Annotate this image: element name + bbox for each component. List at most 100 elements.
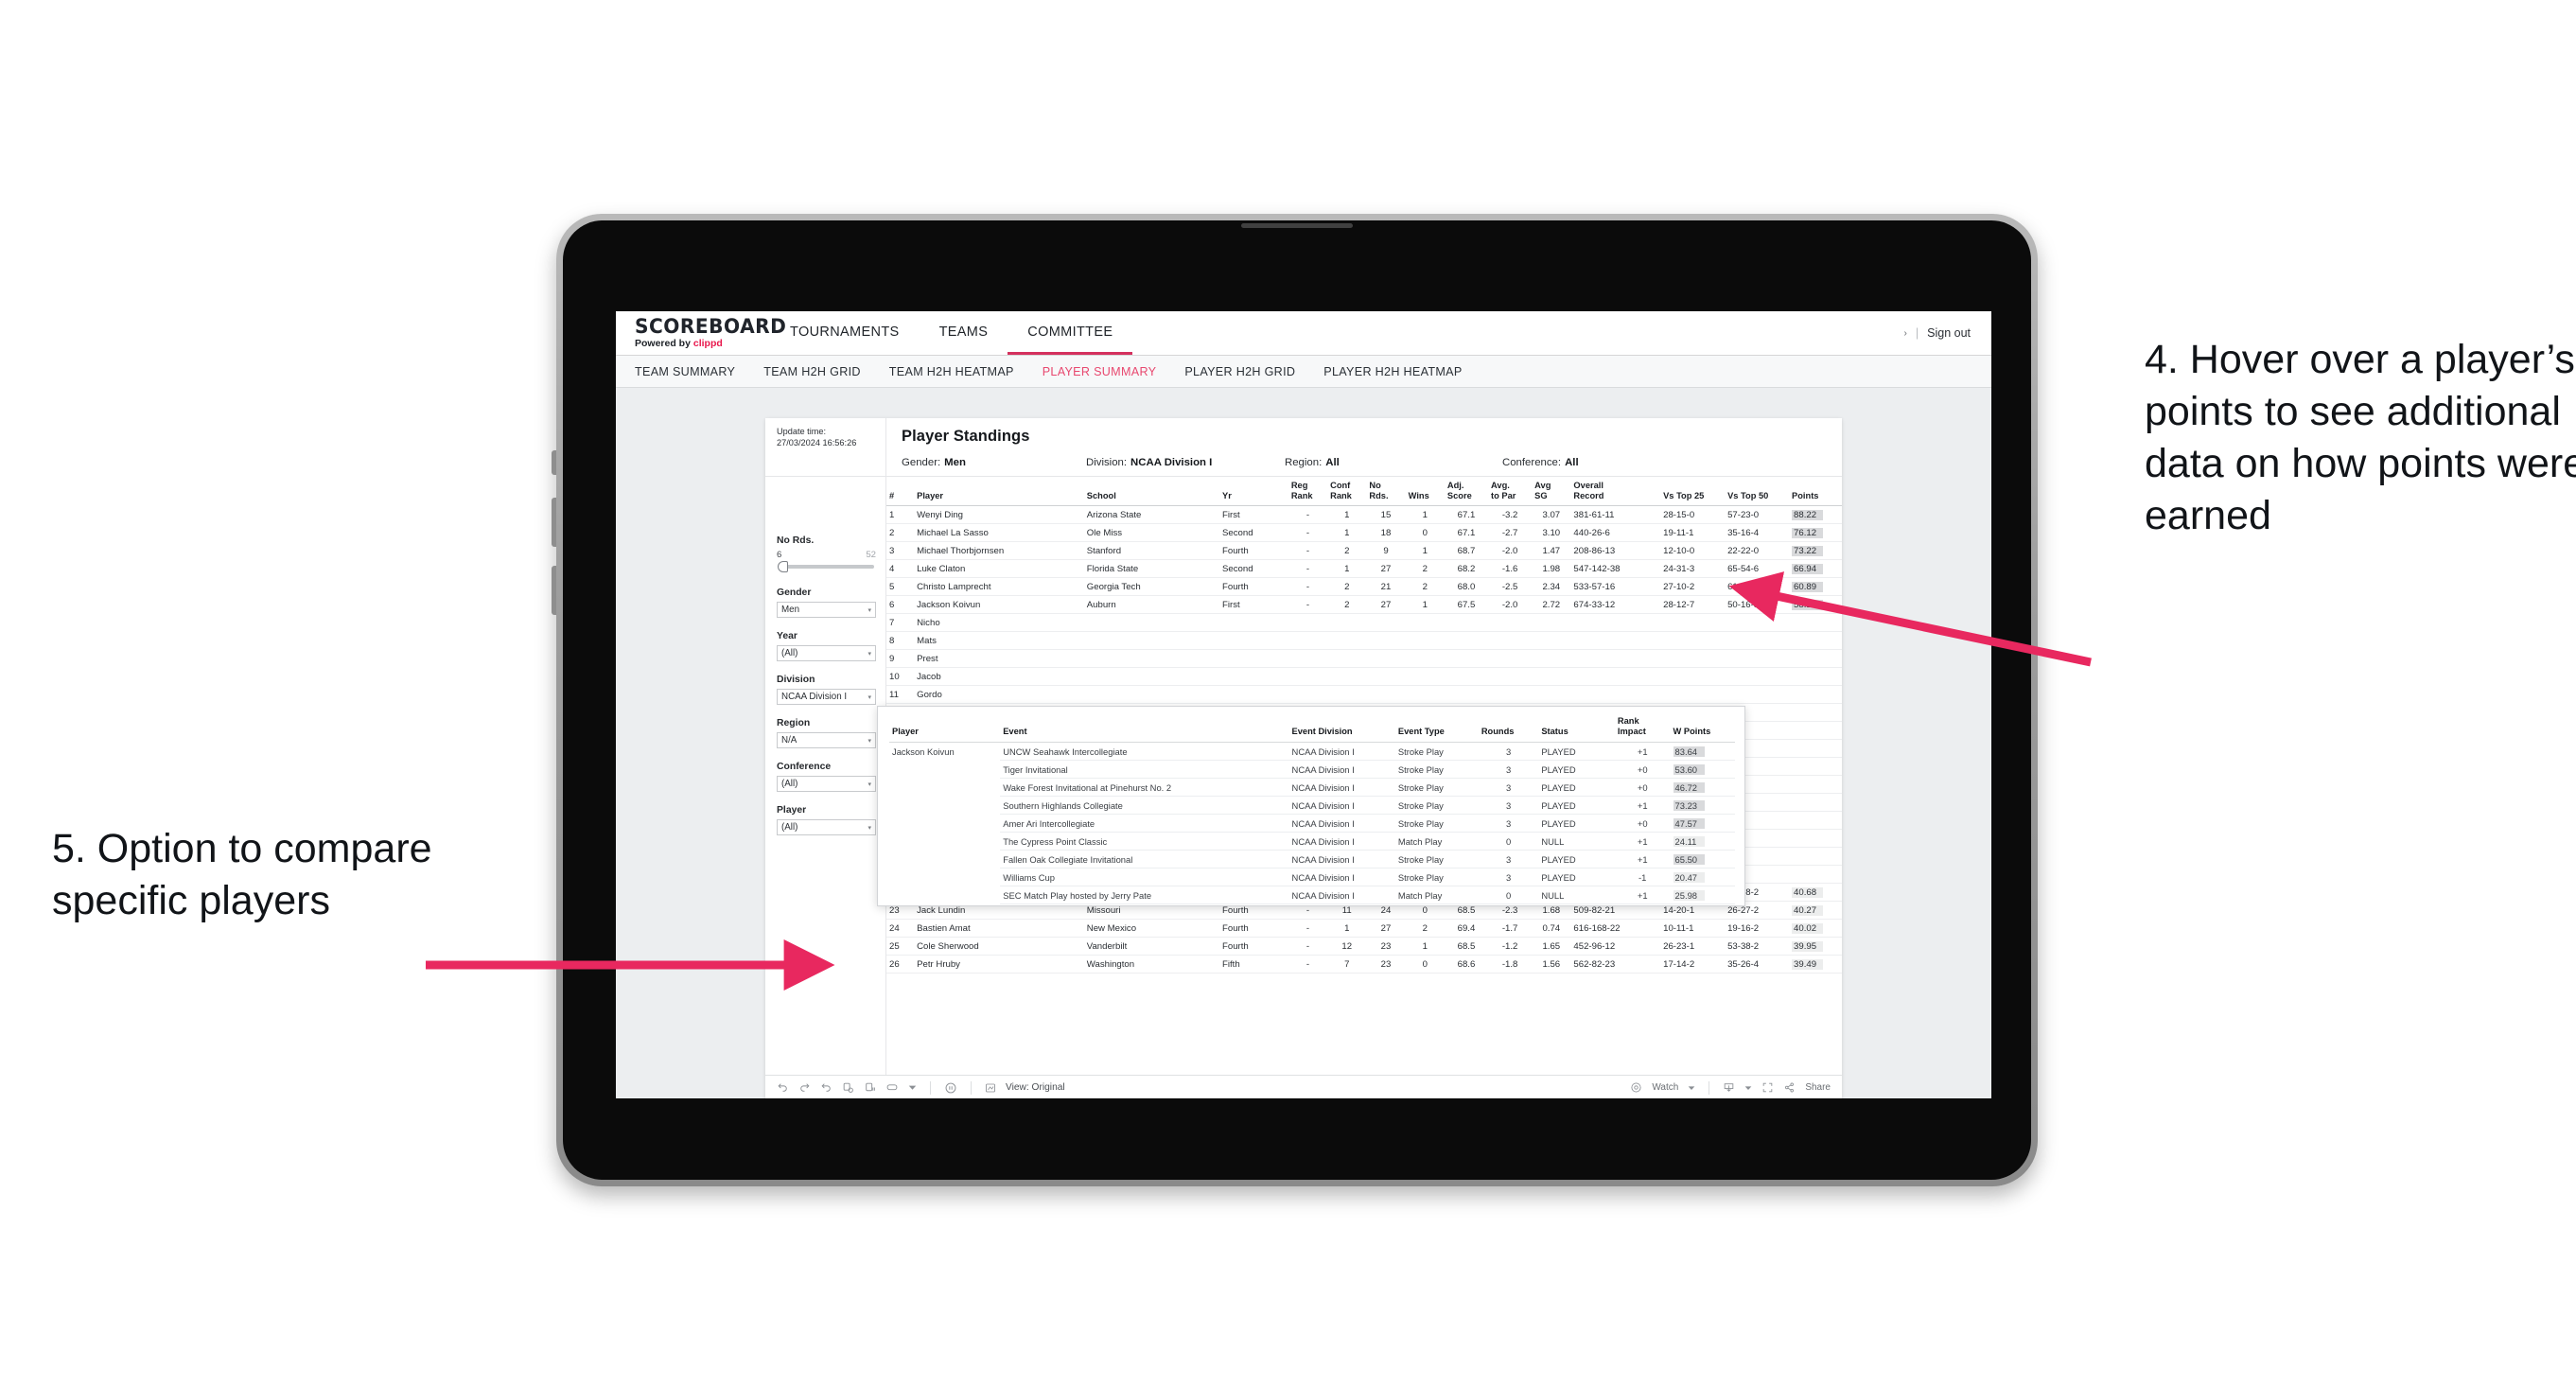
rounds-slider-track[interactable] [778, 561, 874, 572]
col-avg-sg[interactable]: Avg SG [1532, 477, 1571, 506]
col-vs-top25[interactable]: Vs Top 25 [1660, 477, 1726, 506]
col-rank[interactable]: # [886, 477, 915, 506]
cell-points[interactable] [1789, 793, 1842, 812]
tab-player-summary[interactable]: PLAYER SUMMARY [1043, 365, 1157, 378]
chevron-right-icon[interactable]: › [1904, 328, 1907, 339]
col-player[interactable]: Player [914, 477, 1084, 506]
undo-icon[interactable] [777, 1081, 789, 1094]
col-school[interactable]: School [1083, 477, 1220, 506]
chevron-down-icon[interactable] [1688, 1084, 1695, 1092]
tooltip-cell-event: SEC Stroke Play hosted by Jerry Pate [1000, 904, 1289, 905]
rounds-slider-filter[interactable]: No Rds. 6 52 [777, 535, 876, 572]
rounds-slider-handle[interactable] [778, 561, 788, 572]
filter-gender-select[interactable]: Men ▾ [777, 602, 876, 618]
pause-auto-update-icon[interactable] [944, 1081, 957, 1095]
nav-committee[interactable]: COMMITTEE [1008, 311, 1133, 355]
brand-logo[interactable]: SCOREBOARD Powered by clippd [616, 311, 786, 355]
col-conf-rank[interactable]: Conf Rank [1327, 477, 1367, 506]
col-wins[interactable]: Wins [1405, 477, 1445, 506]
chevron-down-icon[interactable] [1744, 1084, 1752, 1092]
cell-points[interactable] [1789, 811, 1842, 830]
view-original-label[interactable]: View: Original [1006, 1082, 1065, 1093]
chevron-down-icon[interactable] [908, 1083, 917, 1092]
table-row[interactable]: 3 Michael Thorbjornsen Stanford Fourth -2 9 1 6… [886, 541, 1842, 560]
col-yr[interactable]: Yr [1219, 477, 1288, 506]
tab-team-h2h-grid[interactable]: TEAM H2H GRID [763, 365, 861, 378]
col-reg-rank[interactable]: Reg Rank [1288, 477, 1328, 506]
nav-tournaments[interactable]: TOURNAMENTS [770, 311, 920, 355]
points-chip[interactable]: 40.27 [1792, 904, 1824, 916]
cell-points[interactable] [1789, 847, 1842, 866]
tab-team-summary[interactable]: TEAM SUMMARY [635, 365, 735, 378]
points-chip[interactable]: 40.68 [1792, 886, 1824, 898]
w-points-chip: 73.23 [1673, 799, 1705, 811]
cell-points[interactable]: 40.68 [1789, 883, 1842, 902]
filter-year-select[interactable]: (All) ▾ [777, 645, 876, 661]
fullscreen-icon[interactable] [1761, 1081, 1774, 1094]
table-row[interactable]: 24 Bastien Amat New Mexico Fourth -1 27 2 69.4-… [886, 919, 1842, 938]
cell-points[interactable]: 73.22 [1789, 541, 1842, 560]
watch-icon[interactable] [1630, 1081, 1642, 1094]
table-row[interactable]: 6 Jackson Koivun Auburn First -2 27 1 67.5 -2.0 2… [886, 595, 1842, 614]
tab-player-h2h-grid[interactable]: PLAYER H2H GRID [1184, 365, 1295, 378]
revert-icon[interactable] [820, 1081, 832, 1094]
cell-points[interactable] [1789, 739, 1842, 758]
points-chip[interactable]: 39.95 [1792, 940, 1824, 952]
table-row[interactable]: 1 Wenyi Ding Arizona State First -1 15 1 67.1 -3… [886, 505, 1842, 524]
cell-reg_rank: - [1288, 919, 1328, 938]
cell-points[interactable]: 76.12 [1789, 523, 1842, 542]
cell-avg_sg: 1.98 [1532, 559, 1571, 578]
col-avg-to-par[interactable]: Avg. to Par [1488, 477, 1533, 506]
col-no-rds[interactable]: No Rds. [1366, 477, 1406, 506]
cell-points[interactable] [1789, 757, 1842, 776]
pause-updates-icon[interactable] [864, 1081, 876, 1094]
points-chip[interactable]: 88.22 [1792, 509, 1824, 520]
cell-points[interactable]: 40.02 [1789, 919, 1842, 938]
filter-player-select[interactable]: (All) ▾ [777, 819, 876, 835]
table-row[interactable]: 7 Nicho [886, 613, 1842, 632]
table-row[interactable]: 8 Mats [886, 631, 1842, 650]
tab-player-h2h-heatmap[interactable]: PLAYER H2H HEATMAP [1323, 365, 1462, 378]
cell-points[interactable]: 39.49 [1789, 955, 1842, 974]
col-points[interactable]: Points [1789, 477, 1842, 506]
tab-team-h2h-heatmap[interactable]: TEAM H2H HEATMAP [889, 365, 1014, 378]
cell-points[interactable] [1789, 775, 1842, 794]
table-row[interactable]: 26 Petr Hruby Washington Fifth -7 23 0 68.6 -1.8… [886, 955, 1842, 974]
filter-conference-select[interactable]: (All) ▾ [777, 776, 876, 792]
points-chip[interactable]: 73.22 [1792, 545, 1824, 556]
cell-points[interactable] [1789, 721, 1842, 740]
cell-points[interactable]: 39.95 [1789, 937, 1842, 956]
table-row[interactable]: 25 Cole Sherwood Vanderbilt Fourth -12 23 1 68.… [886, 937, 1842, 956]
table-row[interactable]: 5 Christo Lamprecht Georgia Tech Fourth -2 21… [886, 577, 1842, 596]
download-icon[interactable] [1723, 1081, 1735, 1094]
share-label[interactable]: Share [1805, 1082, 1831, 1093]
share-icon[interactable] [1783, 1081, 1796, 1094]
points-chip[interactable]: 76.12 [1792, 527, 1824, 538]
sign-out-link[interactable]: Sign out [1927, 326, 1971, 340]
filter-division-select[interactable]: NCAA Division I ▾ [777, 689, 876, 705]
filter-region-select[interactable]: N/A ▾ [777, 732, 876, 748]
cell-points[interactable] [1789, 829, 1842, 848]
nav-teams[interactable]: TEAMS [920, 311, 1008, 355]
cell-points[interactable] [1789, 685, 1842, 704]
table-row[interactable]: 2 Michael La Sasso Ole Miss Second -1 18 0 67.1… [886, 523, 1842, 542]
col-overall-record[interactable]: Overall Record [1570, 477, 1661, 506]
table-row[interactable]: 4 Luke Claton Florida State Second -1 27 2 68.2… [886, 559, 1842, 578]
custom-views-icon[interactable] [885, 1081, 899, 1094]
table-row[interactable]: 11 Gordo [886, 685, 1842, 704]
watch-label[interactable]: Watch [1652, 1082, 1678, 1093]
col-adj-score[interactable]: Adj. Score [1444, 477, 1489, 506]
points-chip[interactable]: 40.02 [1792, 922, 1824, 934]
redo-icon[interactable] [798, 1081, 811, 1094]
table-row[interactable]: 10 Jacob [886, 667, 1842, 686]
col-vs-top50[interactable]: Vs Top 50 [1725, 477, 1790, 506]
refresh-data-icon[interactable] [842, 1081, 854, 1094]
view-original-icon[interactable] [985, 1082, 996, 1094]
cell-points[interactable] [1789, 865, 1842, 884]
cell-points[interactable]: 88.22 [1789, 505, 1842, 524]
cell-points[interactable]: 40.27 [1789, 901, 1842, 920]
meta-region: Region: All [1285, 457, 1502, 468]
table-row[interactable]: 9 Prest [886, 649, 1842, 668]
cell-points[interactable] [1789, 703, 1842, 722]
points-chip[interactable]: 39.49 [1792, 958, 1824, 970]
